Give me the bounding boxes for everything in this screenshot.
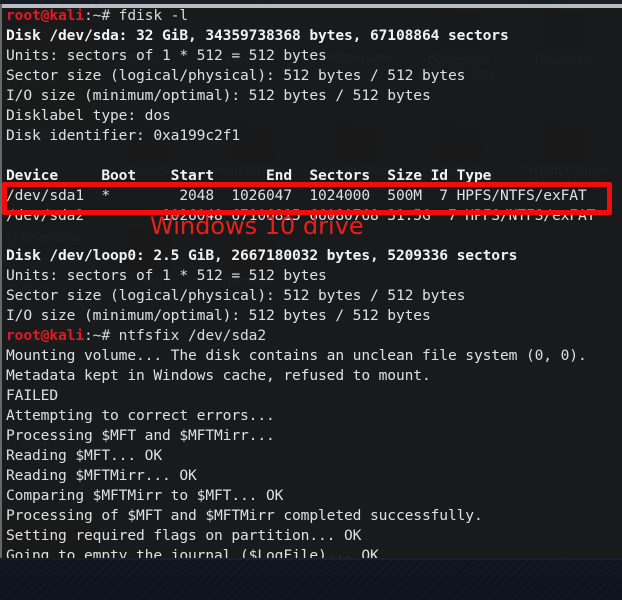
terminal-output-line: Sector size (logical/physical): 512 byte… (6, 67, 466, 84)
terminal-output-line: Metadata kept in Windows cache, refused … (6, 367, 431, 384)
terminal-output-line: Device Boot Start End Sectors Size Id Ty… (6, 167, 492, 184)
terminal-command: ntfsfix /dev/sda2 (118, 327, 266, 344)
prompt-separator: :~# (84, 327, 119, 344)
terminal-prompt-line: root@kali:~# fdisk -l (6, 6, 622, 26)
terminal-output-line: Attempting to correct errors... (6, 407, 275, 424)
terminal-output-line: Disk /dev/loop0: 2.5 GiB, 2667180032 byt… (6, 247, 518, 264)
terminal-prompt-line: root@kali:~# ntfsfix /dev/sda2 (6, 326, 622, 346)
terminal-output-line: Going to empty the journal ($LogFile)...… (6, 547, 379, 558)
terminal-window[interactable]: root@kali:~# fdisk -l Disk /dev/sda: 32 G… (0, 4, 622, 558)
prompt-user: root@kali (6, 327, 84, 344)
terminal-output-line: Setting required flags on partition... O… (6, 527, 362, 544)
terminal-output-line: Mounting volume... The disk contains an … (6, 347, 587, 364)
terminal-output-line: /dev/sda1 * 2048 1026047 1024000 500M 7 … (6, 187, 587, 204)
annotation-label: Windows 10 drive (150, 212, 364, 240)
terminal-output-line: Disk /dev/sda: 32 GiB, 34359738368 bytes… (6, 27, 509, 44)
terminal-screen[interactable]: root@kali:~# fdisk -l Disk /dev/sda: 32 G… (6, 6, 622, 558)
terminal-output-line: FAILED (6, 387, 58, 404)
terminal-output-line: Units: sectors of 1 * 512 = 512 bytes (6, 267, 327, 284)
terminal-command: fdisk -l (118, 7, 189, 24)
prompt-user: root@kali (6, 7, 84, 24)
terminal-output-line: Units: sectors of 1 * 512 = 512 bytes (6, 47, 327, 64)
prompt-separator: :~# (84, 7, 119, 24)
terminal-output-line: Processing $MFT and $MFTMirr... (6, 427, 275, 444)
terminal-output-line: I/O size (minimum/optimal): 512 bytes / … (6, 87, 431, 104)
terminal-output-line: Disklabel type: dos (6, 107, 171, 124)
terminal-output-line: Disk identifier: 0xa199c2f1 (6, 127, 240, 144)
terminal-output-line: Processing of $MFT and $MFTMirr complete… (6, 507, 483, 524)
terminal-output-line: Reading $MFT... OK (6, 447, 162, 464)
terminal-output-line: I/O size (minimum/optimal): 512 bytes / … (6, 307, 431, 324)
terminal-output-line: Comparing $MFTMirr to $MFT... OK (6, 487, 284, 504)
terminal-output-line: Reading $MFTMirr... OK (6, 467, 197, 484)
terminal-output-line: Sector size (logical/physical): 512 byte… (6, 287, 466, 304)
